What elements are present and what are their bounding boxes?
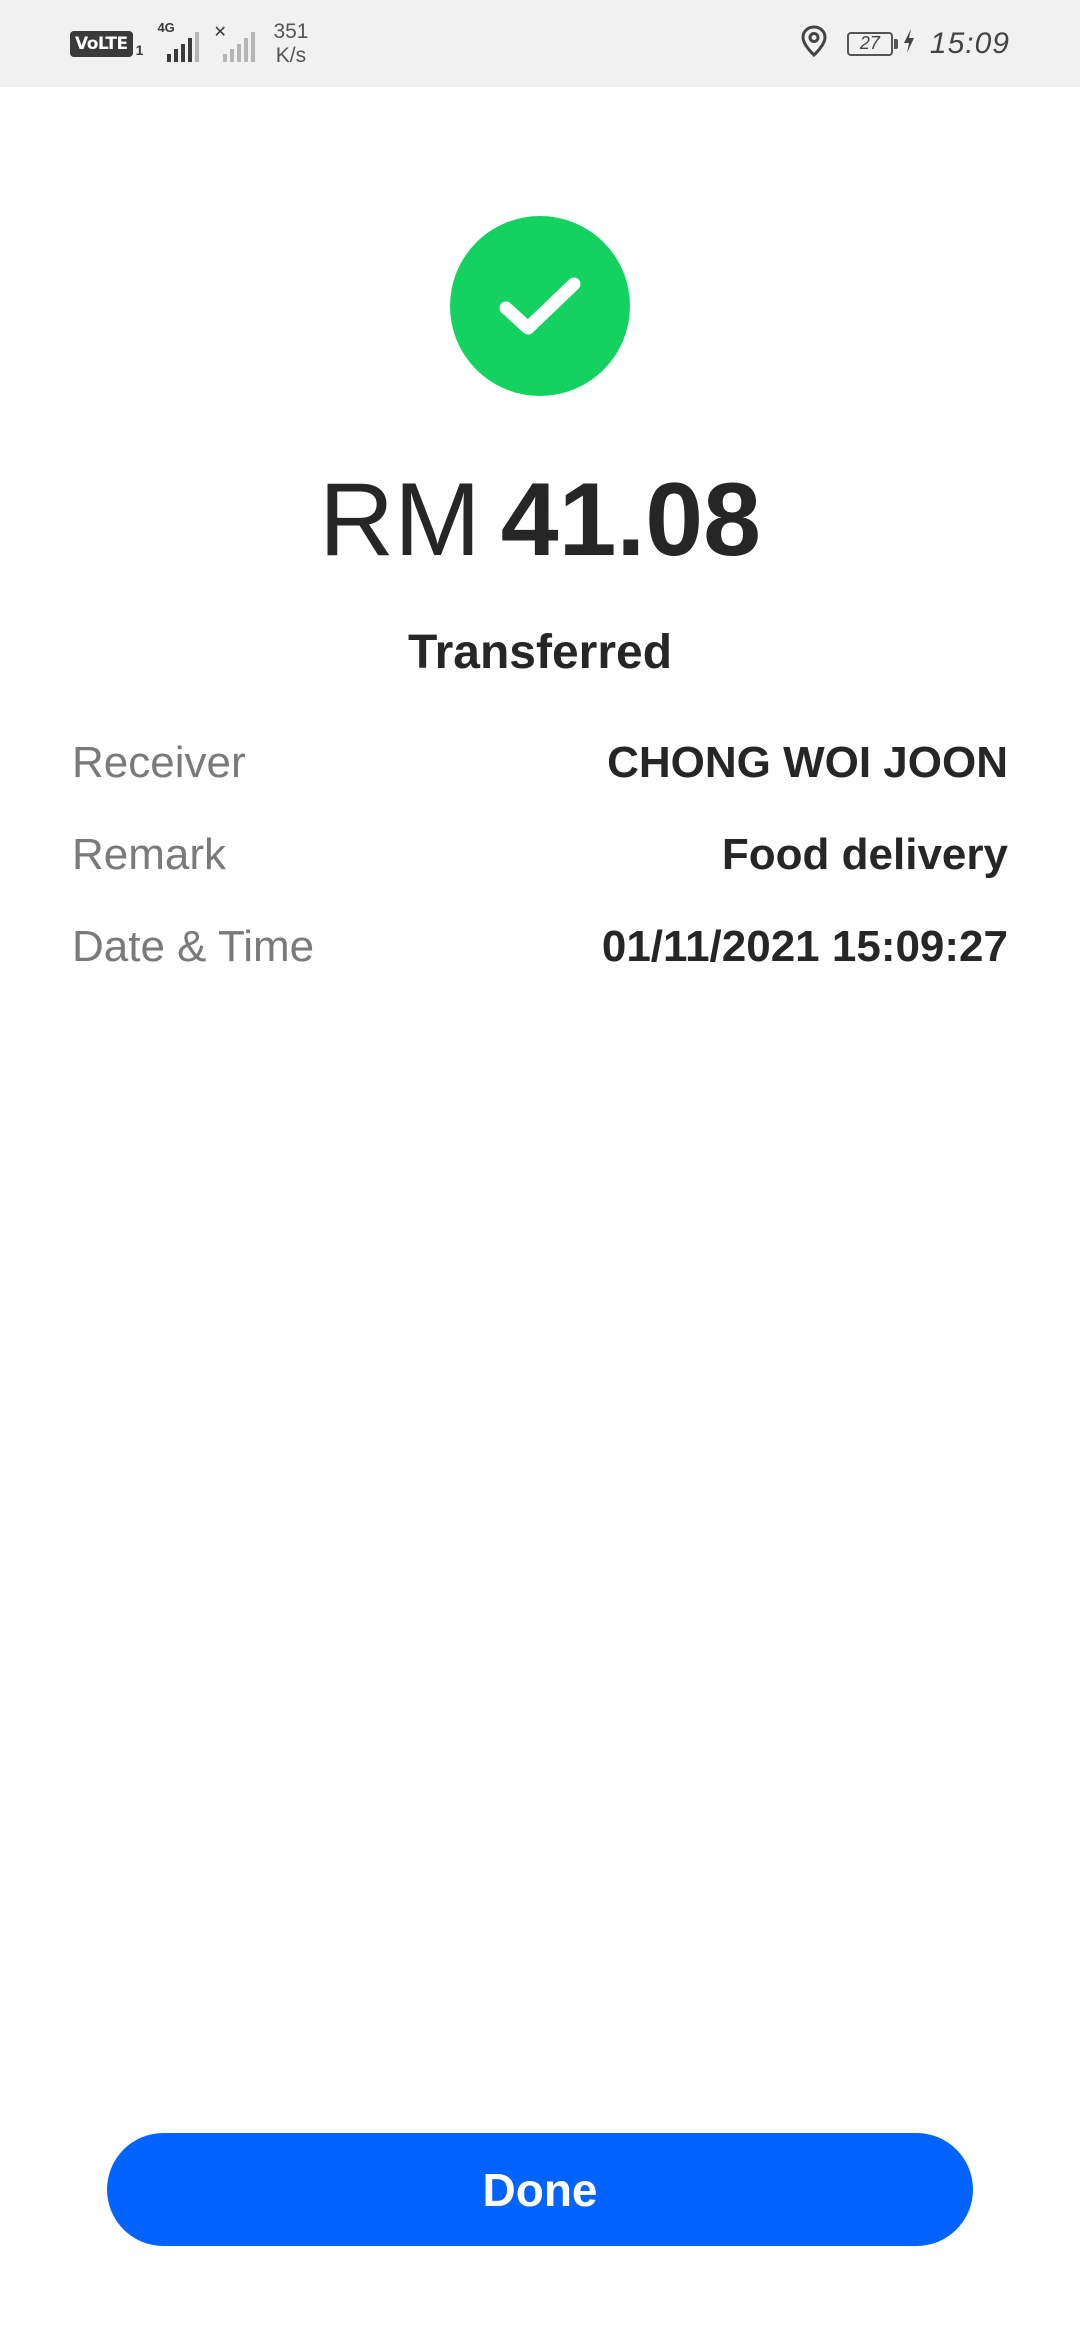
remark-label: Remark bbox=[72, 830, 227, 879]
charging-icon bbox=[902, 28, 916, 59]
transfer-status: Transferred bbox=[407, 626, 673, 679]
detail-row-remark: Remark Food delivery bbox=[72, 825, 1008, 885]
signal-icon: 4G bbox=[157, 20, 200, 62]
done-button[interactable]: Done bbox=[107, 2133, 973, 2246]
receiver-value: CHONG WOI JOON bbox=[607, 738, 1008, 787]
sim-slot-indicator: 1 bbox=[135, 41, 144, 58]
amount-value: 41.08 bbox=[500, 462, 761, 578]
battery-tip bbox=[893, 38, 898, 49]
success-check-icon bbox=[450, 216, 630, 396]
detail-row-receiver: Receiver CHONG WOI JOON bbox=[72, 733, 1008, 793]
status-bar: VoLTE 1 4G ✕ 351 K/s 27 15:09 bbox=[0, 0, 1080, 87]
battery-level: 27 bbox=[859, 33, 880, 53]
volte-badge: VoLTE bbox=[70, 30, 133, 57]
no-signal-icon: ✕ bbox=[213, 23, 227, 41]
status-bar-right: 27 15:09 bbox=[801, 0, 1010, 87]
network-speed: 351 K/s bbox=[273, 20, 308, 68]
transfer-amount: RM 41.08 bbox=[0, 450, 1080, 590]
check-icon bbox=[499, 277, 581, 335]
detail-row-datetime: Date & Time 01/11/2021 15:09:27 bbox=[72, 917, 1008, 977]
network-speed-unit: K/s bbox=[275, 43, 307, 67]
datetime-value: 01/11/2021 15:09:27 bbox=[601, 922, 1008, 971]
status-bar-left: VoLTE 1 4G ✕ 351 K/s bbox=[70, 0, 308, 87]
amount-currency: RM bbox=[318, 462, 481, 578]
remark-value: Food delivery bbox=[721, 830, 1008, 879]
signal-icon-secondary: ✕ bbox=[213, 24, 256, 62]
receiver-label: Receiver bbox=[72, 738, 246, 787]
network-type-label: 4G bbox=[157, 19, 175, 35]
network-speed-value: 351 bbox=[273, 19, 309, 43]
datetime-label: Date & Time bbox=[72, 922, 315, 971]
location-icon bbox=[801, 25, 827, 62]
battery-icon: 27 bbox=[846, 31, 893, 56]
status-time: 15:09 bbox=[929, 26, 1010, 60]
